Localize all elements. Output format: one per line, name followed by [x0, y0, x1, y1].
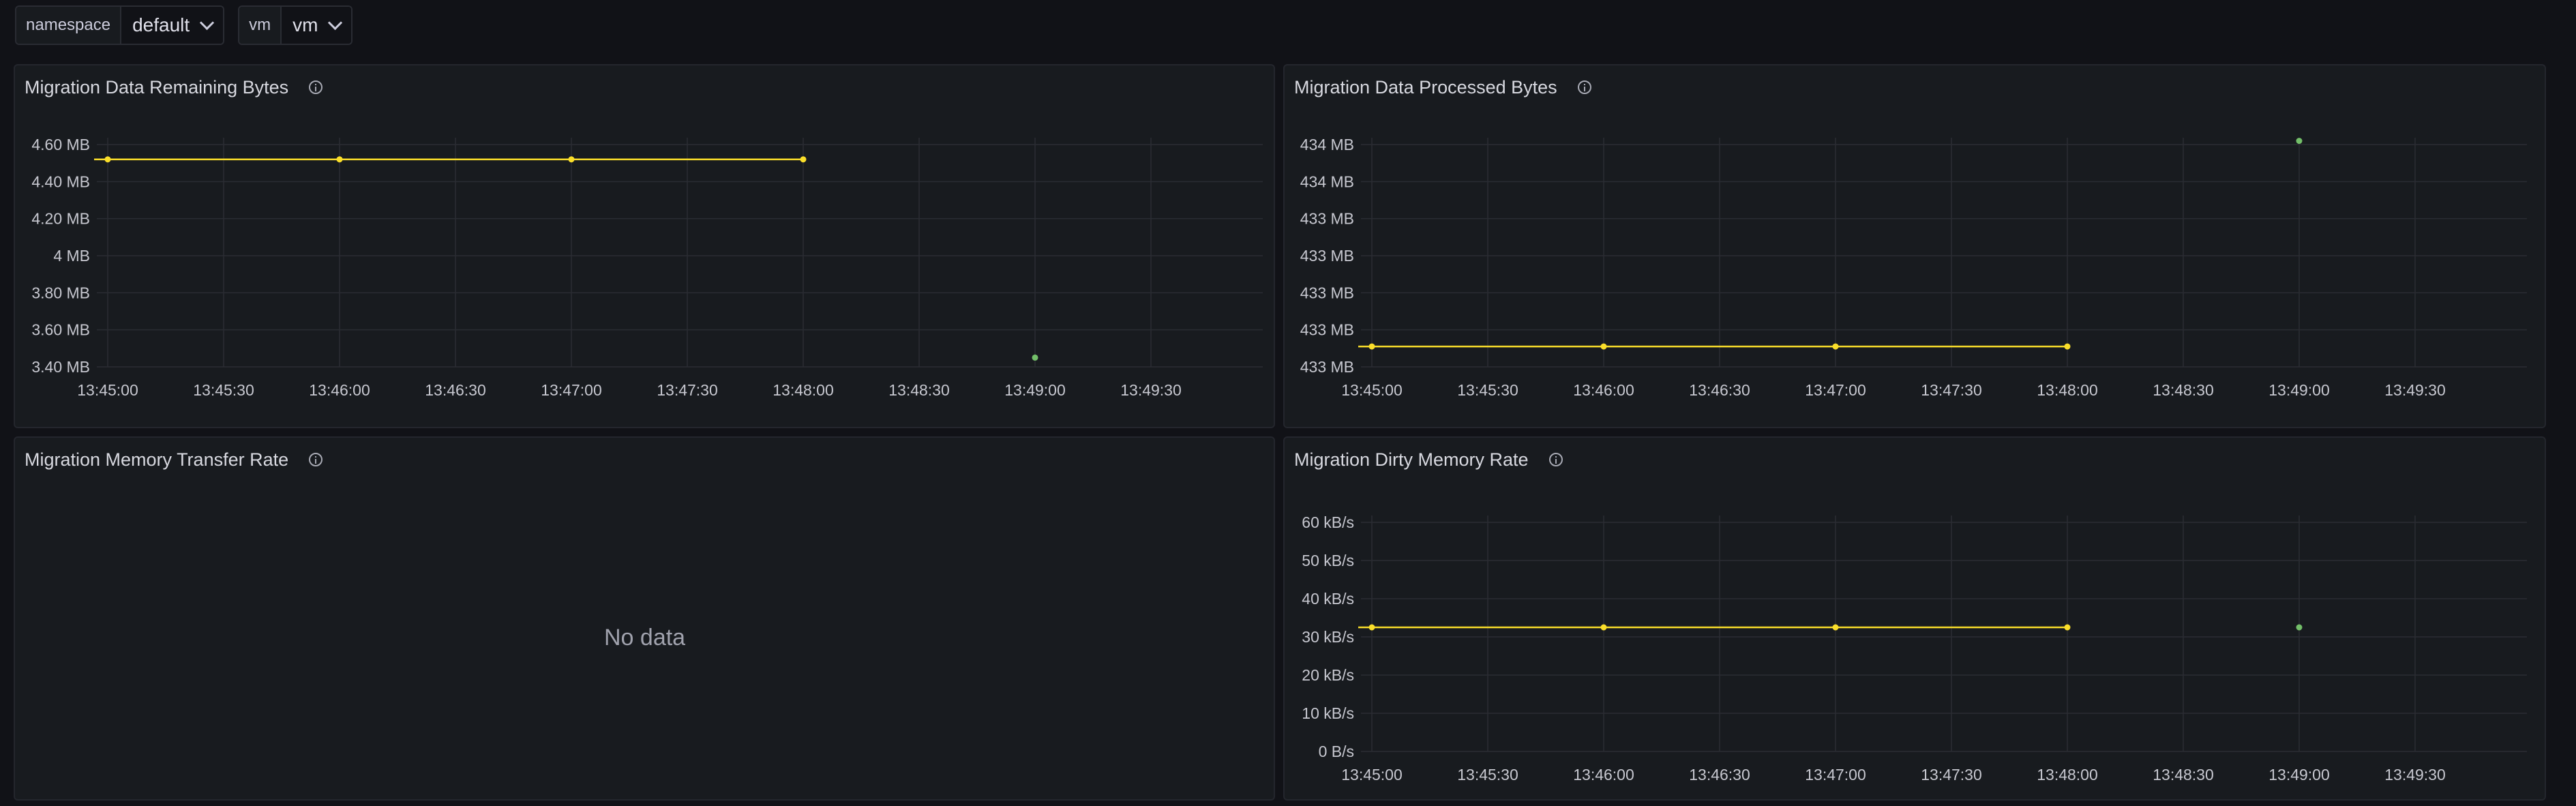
y-tick-label: 433 MB	[1300, 247, 1354, 265]
y-tick-label: 433 MB	[1300, 321, 1354, 339]
namespace-select[interactable]: default	[121, 7, 224, 44]
y-tick-label: 434 MB	[1300, 136, 1354, 153]
x-tick-label: 13:45:30	[1457, 381, 1518, 399]
x-tick-label: 13:48:00	[773, 381, 834, 399]
x-tick-label: 13:45:00	[1341, 766, 1403, 783]
y-tick-label: 4.20 MB	[31, 210, 90, 228]
y-tick-label: 20 kB/s	[1302, 666, 1354, 684]
data-point	[568, 156, 575, 163]
x-tick-label: 13:48:30	[2153, 381, 2214, 399]
y-tick-label: 30 kB/s	[1302, 628, 1354, 646]
namespace-select-value: default	[132, 14, 190, 35]
data-point	[1832, 343, 1839, 350]
data-point	[2064, 343, 2071, 350]
x-tick-label: 13:48:00	[2037, 766, 2098, 783]
x-tick-label: 13:49:00	[1004, 381, 1066, 399]
panel-memory-transfer-rate[interactable]: Migration Memory Transfer Rate No data	[14, 436, 1275, 801]
y-tick-label: 4.40 MB	[31, 173, 90, 190]
x-tick-label: 13:49:30	[1120, 381, 1182, 399]
y-tick-label: 50 kB/s	[1302, 552, 1354, 569]
chart-processed-bytes[interactable]: 433 MB 433 MB 433 MB 433 MB 433 MB 434 MB 434 …	[1285, 65, 2547, 430]
data-point	[2064, 624, 2071, 631]
chart-remaining-bytes[interactable]: 3.40 MB 3.60 MB 3.80 MB 4 MB 4.20 MB 4.40 MB 4…	[15, 65, 1276, 430]
x-tick-label: 13:49:30	[2384, 381, 2446, 399]
x-tick-label: 13:49:00	[2268, 766, 2330, 783]
x-tick-label: 13:45:00	[77, 381, 138, 399]
data-point	[1368, 343, 1375, 350]
x-tick-label: 13:47:00	[1805, 766, 1866, 783]
y-tick-label: 433 MB	[1300, 284, 1354, 301]
x-tick-label: 13:47:00	[1805, 381, 1866, 399]
x-tick-label: 13:48:00	[2037, 381, 2098, 399]
data-point	[2296, 624, 2303, 631]
namespace-variable-label: namespace	[16, 7, 122, 44]
no-data-message: No data	[604, 625, 686, 651]
chart-dirty-memory-rate[interactable]: 0 B/s 10 kB/s 20 kB/s 30 kB/s 40 kB/s 50 kB/s…	[1285, 438, 2547, 802]
data-point	[1600, 343, 1607, 350]
x-tick-label: 13:46:30	[425, 381, 486, 399]
y-tick-label: 40 kB/s	[1302, 590, 1354, 608]
panel-header: Migration Memory Transfer Rate	[25, 445, 323, 475]
x-tick-label: 13:47:00	[541, 381, 602, 399]
x-tick-label: 13:47:30	[1921, 381, 1982, 399]
vm-variable-label: vm	[239, 7, 282, 44]
y-tick-label: 434 MB	[1300, 173, 1354, 190]
x-tick-label: 13:47:30	[1921, 766, 1982, 783]
data-point	[2296, 138, 2303, 145]
y-tick-label: 4.60 MB	[31, 136, 90, 153]
x-tick-label: 13:46:00	[1573, 766, 1634, 783]
x-tick-label: 13:45:00	[1341, 381, 1403, 399]
data-point	[1832, 624, 1839, 631]
y-tick-label: 60 kB/s	[1302, 513, 1354, 531]
x-tick-label: 13:47:30	[657, 381, 718, 399]
data-point	[1368, 624, 1375, 631]
y-tick-label: 3.80 MB	[31, 284, 90, 301]
x-tick-label: 13:46:30	[1689, 766, 1750, 783]
x-tick-label: 13:46:00	[1573, 381, 1634, 399]
chevron-down-icon	[328, 15, 343, 30]
panel-dirty-memory-rate[interactable]: Migration Dirty Memory Rate 0 B/s 10 kB/s…	[1283, 436, 2546, 801]
y-tick-label: 433 MB	[1300, 210, 1354, 228]
x-tick-label: 13:45:30	[1457, 766, 1518, 783]
data-point	[800, 156, 807, 163]
panel-title: Migration Memory Transfer Rate	[25, 449, 289, 470]
data-point	[1600, 624, 1607, 631]
data-point	[1032, 354, 1038, 361]
x-tick-label: 13:49:30	[2384, 766, 2446, 783]
vm-select[interactable]: vm	[282, 7, 352, 44]
y-tick-label: 0 B/s	[1319, 743, 1354, 760]
y-tick-label: 10 kB/s	[1302, 704, 1354, 722]
y-tick-label: 3.60 MB	[31, 321, 90, 339]
x-tick-label: 13:49:00	[2268, 381, 2330, 399]
x-tick-label: 13:48:30	[2153, 766, 2214, 783]
namespace-variable: namespace default	[15, 5, 225, 45]
panel-remaining-bytes[interactable]: Migration Data Remaining Bytes 3.40 MB 3.…	[14, 64, 1275, 428]
y-tick-label: 433 MB	[1300, 358, 1354, 376]
panel-processed-bytes[interactable]: Migration Data Processed Bytes 433 MB 433…	[1283, 64, 2546, 428]
data-point	[336, 156, 343, 163]
x-tick-label: 13:46:30	[1689, 381, 1750, 399]
x-tick-label: 13:48:30	[888, 381, 950, 399]
y-tick-label: 3.40 MB	[31, 358, 90, 376]
vm-variable: vm vm	[238, 5, 353, 45]
data-point	[104, 156, 111, 163]
x-tick-label: 13:46:00	[309, 381, 370, 399]
info-icon[interactable]	[309, 453, 323, 466]
x-tick-label: 13:45:30	[193, 381, 254, 399]
variable-bar: namespace default vm vm	[15, 5, 353, 45]
y-tick-label: 4 MB	[53, 247, 90, 265]
vm-select-value: vm	[293, 14, 318, 35]
chevron-down-icon	[200, 15, 215, 30]
